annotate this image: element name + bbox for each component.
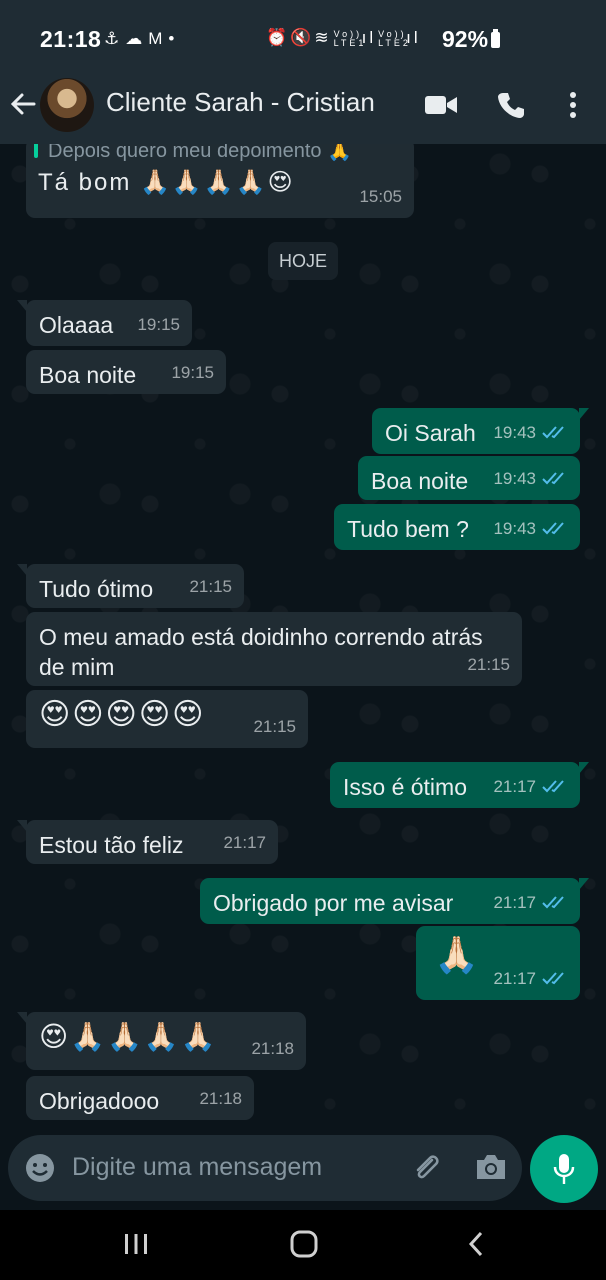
message-time: 21:17: [493, 969, 536, 988]
message-text: 😍😍😍😍😍: [39, 698, 206, 731]
status-notification-icons: ⚓☁M•: [104, 29, 180, 49]
message-bubble-incoming[interactable]: Tudo ótimo 21:15: [17, 564, 244, 608]
date-chip: HOJE: [268, 242, 338, 280]
message-text: Boa noite: [39, 362, 137, 388]
message-time: 19:43: [493, 519, 536, 538]
message-text: Tudo ótimo: [39, 576, 154, 602]
message-time: 21:15: [189, 577, 232, 596]
mute-icon: 🔇: [290, 28, 315, 47]
more-vert-icon[interactable]: [552, 84, 594, 126]
cloud-icon: ☁: [125, 29, 149, 48]
message-bubble-incoming[interactable]: 😍🙏🏻🙏🏻🙏🏻🙏🏻 21:18: [17, 1012, 306, 1070]
status-bar: 21:18 ⚓☁M• ⏰🔇≋ Vo)) LTE1ıl Vo)) LTE2ıl 92%: [0, 0, 606, 66]
video-call-icon[interactable]: [420, 84, 462, 126]
message-time: 21:17: [223, 833, 266, 852]
message-bubble-incoming[interactable]: Obrigadooo 21:18: [26, 1076, 254, 1120]
message-text: Boa noite: [371, 468, 469, 494]
battery-percent: 92%: [442, 26, 489, 52]
read-ticks-icon: [542, 780, 564, 793]
message-bubble-outgoing[interactable]: Oi Sarah 19:43: [372, 408, 589, 454]
message-text: 😍🙏🏻🙏🏻🙏🏻🙏🏻: [39, 1021, 218, 1052]
message-bubble-incoming[interactable]: Olaaaa 19:15: [17, 300, 192, 346]
message-bubble-outgoing[interactable]: Tudo bem ? 19:43: [334, 504, 580, 550]
mail-icon: M: [148, 29, 169, 48]
read-ticks-icon: [542, 426, 564, 439]
read-ticks-icon: [542, 972, 564, 985]
quoted-message: Depois quero meu depoimento 🙏: [48, 144, 352, 162]
back-arrow-icon[interactable]: [8, 86, 40, 122]
chat-header: Cliente Sarah - Cristian: [0, 66, 606, 144]
mic-button[interactable]: [530, 1135, 598, 1203]
message-bubble-outgoing[interactable]: Boa noite 19:43: [358, 456, 580, 500]
message-time: 19:15: [171, 363, 214, 382]
dot-icon: •: [168, 29, 181, 48]
message-bubble-outgoing[interactable]: 🙏🏻 21:17: [416, 926, 580, 1000]
contact-name[interactable]: Cliente Sarah - Cristian: [106, 87, 375, 118]
lte1-label: Vo)) LTE1: [333, 28, 367, 48]
lte2-label: Vo)) LTE2: [378, 28, 411, 48]
message-text: 🙏🏻: [434, 934, 481, 975]
wifi-icon: ≋: [314, 28, 332, 47]
message-time: 21:18: [251, 1039, 294, 1058]
message-bubble-outgoing[interactable]: Obrigado por me avisar 21:17: [200, 878, 589, 924]
message-text: Tudo bem ?: [347, 516, 469, 542]
message-text: Olaaaa: [39, 312, 114, 338]
message-input[interactable]: Digite uma mensagem: [72, 1153, 322, 1182]
read-ticks-icon: [542, 522, 564, 535]
avatar[interactable]: [40, 78, 94, 132]
message-time: 21:18: [199, 1089, 242, 1108]
message-text: Tá bom 🙏🏻🙏🏻🙏🏻🙏🏻😍: [38, 169, 295, 196]
message-text: Obrigadooo: [39, 1088, 160, 1114]
message-bubble-incoming[interactable]: O meu amado está doidinho correndo atrás…: [26, 612, 522, 686]
message-text: Oi Sarah: [385, 420, 476, 446]
microphone-icon: [553, 1154, 575, 1184]
message-time: 19:43: [493, 423, 536, 442]
message-text: Isso é ótimo: [343, 774, 467, 800]
status-time: 21:18: [40, 26, 102, 52]
message-time: 21:15: [467, 655, 510, 674]
back-button[interactable]: [446, 1224, 506, 1264]
quote-bar: [34, 144, 38, 158]
home-button[interactable]: [274, 1224, 334, 1264]
message-time: 19:43: [493, 469, 536, 488]
attach-icon[interactable]: [410, 1152, 442, 1184]
message-bubble-outgoing[interactable]: Isso é ótimo 21:17: [330, 762, 589, 808]
status-system-icons: ⏰🔇≋ Vo)) LTE1ıl Vo)) LTE2ıl: [266, 28, 421, 48]
message-time: 21:17: [493, 777, 536, 796]
message-bubble-incoming[interactable]: 😍😍😍😍😍 21:15: [26, 690, 308, 748]
message-bubble-incoming[interactable]: Depois quero meu depoimento 🙏 Tá bom 🙏🏻🙏…: [26, 144, 414, 218]
message-time: 21:15: [253, 717, 296, 736]
emoji-icon[interactable]: [24, 1152, 56, 1184]
signal-icon: ıl: [406, 28, 421, 47]
recent-apps-button[interactable]: [106, 1224, 166, 1264]
camera-icon[interactable]: [474, 1152, 508, 1184]
message-bubble-incoming[interactable]: Estou tão feliz 21:17: [17, 820, 278, 864]
notification-icon: ⚓: [104, 29, 126, 48]
battery-indicator: 92%: [442, 26, 501, 53]
alarm-icon: ⏰: [266, 28, 291, 47]
phone-icon[interactable]: [490, 84, 532, 126]
message-text: Estou tão feliz: [39, 832, 184, 858]
message-text: Obrigado por me avisar: [213, 890, 454, 916]
system-nav-bar: [0, 1210, 606, 1280]
message-composer: Digite uma mensagem: [8, 1135, 522, 1201]
read-ticks-icon: [542, 896, 564, 909]
read-ticks-icon: [542, 472, 564, 485]
message-time: 19:15: [137, 315, 180, 334]
message-time: 15:05: [359, 187, 402, 206]
message-time: 21:17: [493, 893, 536, 912]
battery-icon: [491, 29, 501, 48]
signal-icon: ıl: [361, 28, 377, 47]
message-text: O meu amado está doidinho correndo atrás…: [39, 624, 483, 680]
message-list[interactable]: Depois quero meu depoimento 🙏 Tá bom 🙏🏻🙏…: [0, 144, 606, 1130]
message-bubble-incoming[interactable]: Boa noite 19:15: [26, 350, 226, 394]
